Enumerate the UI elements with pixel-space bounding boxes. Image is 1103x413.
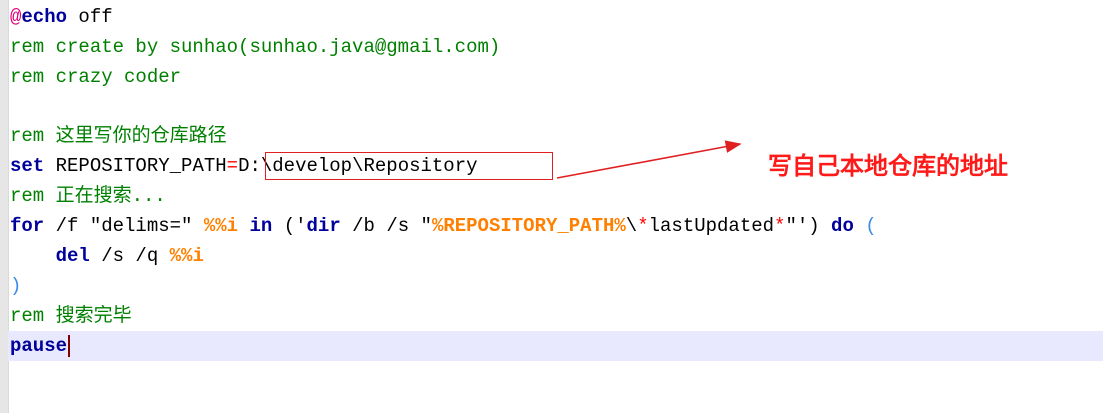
- annotation-arrow-icon: [556, 140, 742, 179]
- annotation-label: 写自己本地仓库的地址: [768, 152, 1008, 180]
